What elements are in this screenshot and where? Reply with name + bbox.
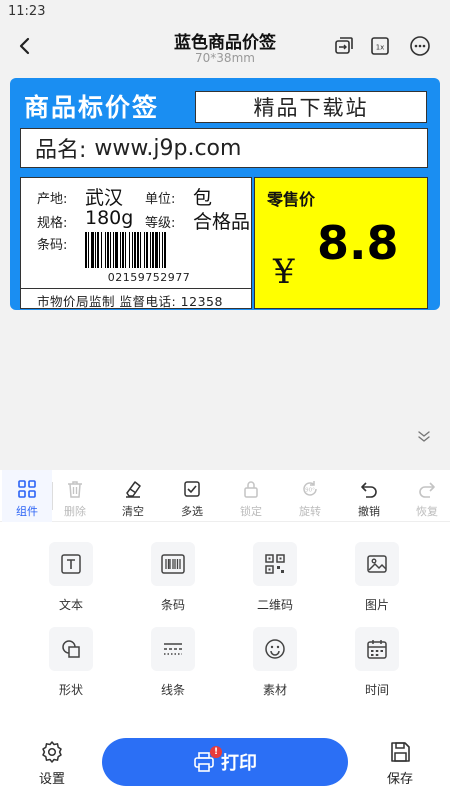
tool-components-label: 组件 — [16, 505, 38, 518]
barcode-key: 条码: — [37, 238, 68, 253]
collapse-chevron-down-icon[interactable] — [412, 424, 436, 448]
print-button[interactable]: 打印 ! — [102, 738, 348, 786]
component-material[interactable]: 素材 — [240, 627, 310, 699]
component-image-label: 图片 — [364, 598, 389, 612]
tool-lock-label: 锁定 — [240, 505, 262, 518]
unit-key: 单位: — [145, 192, 176, 207]
tool-delete-label: 删除 — [64, 505, 86, 518]
component-time-label: 时间 — [364, 683, 389, 697]
tool-undo-label: 撤销 — [358, 505, 380, 518]
barcode-icon — [151, 542, 195, 586]
label-title[interactable]: 商品标价签 — [24, 88, 159, 124]
status-bar: 11:23 — [0, 0, 450, 24]
eraser-icon — [126, 481, 141, 498]
barcode-number: 02159752977 — [107, 271, 191, 284]
settings-label: 设置 — [38, 772, 65, 787]
undo-icon — [361, 482, 377, 498]
supervision-text: 市物价局监制 监督电话: 12358 — [21, 288, 251, 310]
component-barcode-label: 条码 — [160, 598, 185, 612]
shape-icon — [49, 627, 93, 671]
settings-button[interactable]: 设置 — [22, 740, 82, 794]
tool-redo[interactable]: 恢复 — [402, 470, 450, 522]
gear-icon — [42, 741, 62, 763]
component-qrcode-label: 二维码 — [256, 598, 293, 612]
more-icon[interactable] — [408, 34, 432, 58]
tool-rotate[interactable]: 90° 旋转 — [285, 470, 335, 522]
edit-toolbar: 组件 删除 清空 多选 锁定 90° 旋转 撤销 恢复 — [0, 470, 450, 522]
label-product-name-row[interactable]: 品名: www.j9p.com — [20, 128, 428, 168]
grade-value: 合格品 — [193, 211, 251, 233]
line-icon — [151, 627, 195, 671]
currency-symbol: ¥ — [273, 252, 295, 292]
redo-icon — [419, 482, 435, 498]
price-value: 8.8 — [317, 216, 399, 270]
origin-key: 产地: — [37, 192, 68, 207]
material-icon — [253, 627, 297, 671]
tool-clear-label: 清空 — [122, 505, 144, 518]
component-image[interactable]: 图片 — [342, 542, 412, 614]
component-line[interactable]: 线条 — [138, 627, 208, 699]
rotate-icon: 90° — [303, 481, 317, 496]
save-button[interactable]: 保存 — [370, 740, 430, 794]
print-label: 打印 — [221, 753, 257, 774]
component-shape[interactable]: 形状 — [36, 627, 106, 699]
switch-template-icon[interactable] — [332, 34, 356, 58]
print-alert-badge: ! — [210, 746, 222, 758]
lock-icon — [244, 481, 258, 498]
label-store-name[interactable]: 精品下载站 — [195, 91, 427, 123]
save-label: 保存 — [386, 772, 413, 787]
origin-value: 武汉 — [85, 187, 124, 209]
spec-key: 规格: — [37, 216, 68, 231]
component-panel: 文本 条码 二维码 图片 形状 线条 素材 时间 — [0, 522, 450, 730]
component-line-label: 线条 — [160, 683, 185, 697]
unit-value: 包 — [193, 187, 213, 209]
spec-value: 180g — [85, 207, 134, 229]
header: 蓝色商品价签 70*38mm 1x — [0, 24, 450, 68]
barcode-graphic — [85, 232, 213, 268]
label-canvas[interactable]: 商品标价签 精品下载站 品名: www.j9p.com 产地: 武汉 单位: 包… — [0, 68, 450, 470]
tool-redo-label: 恢复 — [416, 505, 438, 518]
svg-text:90°: 90° — [305, 488, 315, 494]
calendar-icon — [355, 627, 399, 671]
label-info-box[interactable]: 产地: 武汉 单位: 包 规格: 180g 等级: 合格品 条码: 021597… — [20, 177, 252, 309]
tool-multi-select[interactable]: 多选 — [167, 470, 217, 522]
grid-icon — [18, 480, 36, 498]
trash-icon — [68, 481, 82, 498]
tool-lock[interactable]: 锁定 — [226, 470, 276, 522]
component-shape-label: 形状 — [58, 683, 83, 697]
save-icon — [391, 742, 410, 762]
component-text-label: 文本 — [58, 598, 83, 612]
tool-delete[interactable]: 删除 — [50, 470, 100, 522]
component-time[interactable]: 时间 — [342, 627, 412, 699]
price-label-preview[interactable]: 商品标价签 精品下载站 品名: www.j9p.com 产地: 武汉 单位: 包… — [10, 78, 440, 310]
component-material-label: 素材 — [262, 683, 287, 697]
tool-multi-select-label: 多选 — [181, 505, 203, 518]
zoom-1x-icon[interactable]: 1x — [368, 34, 392, 58]
label-name-key: 品名: — [35, 138, 87, 163]
tool-undo[interactable]: 撤销 — [344, 470, 394, 522]
tool-clear[interactable]: 清空 — [108, 470, 158, 522]
label-name-value: www.j9p.com — [94, 135, 242, 161]
component-barcode[interactable]: 条码 — [138, 542, 208, 614]
tool-rotate-label: 旋转 — [299, 505, 321, 518]
svg-text:1x: 1x — [376, 44, 385, 52]
image-icon — [355, 542, 399, 586]
text-icon — [49, 542, 93, 586]
tool-components[interactable]: 组件 — [2, 470, 52, 522]
qrcode-icon — [253, 542, 297, 586]
component-qrcode[interactable]: 二维码 — [240, 542, 310, 614]
retail-price-label: 零售价 — [267, 190, 316, 209]
bottom-bar: 设置 打印 ! 保存 — [0, 730, 450, 800]
status-time: 11:23 — [8, 4, 46, 19]
component-text[interactable]: 文本 — [36, 542, 106, 614]
price-box[interactable]: 零售价 ¥ 8.8 — [254, 177, 428, 309]
multi-select-icon — [184, 481, 200, 497]
grade-key: 等级: — [145, 216, 176, 231]
